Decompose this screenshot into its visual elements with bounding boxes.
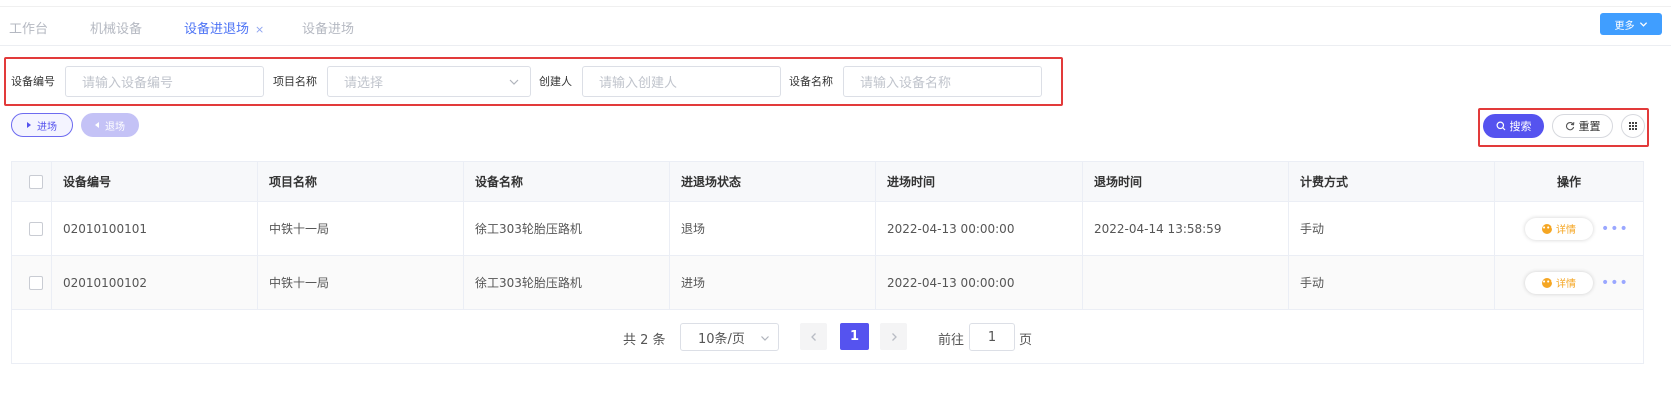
col-equipment-name[interactable]: 设备名称: [464, 162, 670, 201]
more-circle-icon: •••: [1542, 277, 1555, 288]
equipment-code-input[interactable]: 请输入设备编号: [65, 66, 264, 97]
detail-button[interactable]: ••• 详情: [1525, 217, 1593, 240]
project-select-placeholder: 请选择: [344, 76, 384, 91]
chevron-down-icon: [761, 336, 769, 341]
goto-page-input[interactable]: 1: [969, 323, 1015, 351]
enter-button[interactable]: 进场: [11, 113, 73, 137]
refresh-icon: [1565, 122, 1574, 131]
page-suffix-label: 页: [1019, 333, 1033, 348]
cell-equipment-name: 徐工303轮胎压路机: [464, 202, 670, 255]
col-exit-time[interactable]: 退场时间: [1083, 162, 1289, 201]
chevron-right-icon: [891, 332, 897, 341]
select-all-checkbox[interactable]: [29, 174, 43, 189]
reset-button-label: 重置: [1578, 120, 1601, 133]
search-icon: [1496, 121, 1505, 131]
cell-equipment-code: 02010100102: [52, 256, 258, 309]
col-actions: 操作: [1556, 175, 1581, 189]
row-select-cell: [12, 256, 52, 309]
cell-actions: ••• 详情 •••: [1495, 202, 1643, 255]
tab-label: 设备进退场: [184, 22, 250, 37]
enter-button-label: 进场: [37, 121, 57, 133]
exit-button-label: 退场: [105, 121, 125, 133]
cell-enter-time: 2022-04-13 00:00:00: [876, 256, 1083, 309]
chevron-down-icon: [1639, 21, 1647, 27]
cell-equipment-name: 徐工303轮胎压路机: [464, 256, 670, 309]
more-actions-icon[interactable]: •••: [1601, 275, 1629, 291]
tab-bar: 工作台 机械设备 设备进退场 × 设备进场 更多: [0, 6, 1671, 46]
more-button[interactable]: 更多: [1600, 13, 1662, 35]
goto-label: 前往: [938, 333, 965, 348]
cell-exit-time: 2022-04-14 13:58:59: [1083, 202, 1289, 255]
cell-enter-time: 2022-04-13 00:00:00: [876, 202, 1083, 255]
page-size-value: 10条/页: [698, 331, 745, 347]
tab-workbench[interactable]: 工作台: [9, 18, 48, 37]
detail-button[interactable]: ••• 详情: [1525, 271, 1593, 294]
label-project-name: 项目名称: [273, 75, 317, 88]
chevron-down-icon: [509, 79, 519, 85]
reset-button[interactable]: 重置: [1552, 114, 1613, 138]
cell-equipment-code: 02010100101: [52, 202, 258, 255]
col-equipment-code[interactable]: 设备编号: [52, 162, 258, 201]
project-name-select[interactable]: 请选择: [327, 66, 531, 97]
col-project-name[interactable]: 项目名称: [258, 162, 464, 201]
tab-equipment-in-out[interactable]: 设备进退场 ×: [184, 18, 264, 37]
cell-actions: ••• 详情 •••: [1495, 256, 1643, 309]
more-actions-icon[interactable]: •••: [1601, 221, 1629, 237]
column-settings-button[interactable]: [1621, 114, 1645, 138]
row-select-cell: [12, 202, 52, 255]
pagination-total: 共 2 条: [623, 333, 666, 348]
page-number-current[interactable]: 1: [840, 323, 869, 350]
more-circle-icon: •••: [1542, 223, 1555, 234]
detail-button-label: 详情: [1556, 279, 1576, 290]
next-page-button[interactable]: [880, 323, 907, 350]
page-size-select[interactable]: 10条/页: [680, 323, 779, 351]
label-creator: 创建人: [539, 75, 572, 88]
cell-billing: 手动: [1289, 202, 1495, 255]
search-button[interactable]: 搜索: [1483, 114, 1544, 138]
cell-exit-time: [1083, 256, 1289, 309]
chevron-left-icon: [810, 332, 816, 341]
label-equipment-name: 设备名称: [789, 75, 833, 88]
table-row[interactable]: 02010100101 中铁十一局 徐工303轮胎压路机 退场 2022-04-…: [12, 202, 1643, 256]
tab-equipment-enter[interactable]: 设备进场: [302, 18, 354, 37]
cell-status: 进场: [670, 256, 876, 309]
col-in-out-status[interactable]: 进退场状态: [670, 162, 876, 201]
exit-button[interactable]: 退场: [81, 113, 139, 137]
cell-project-name: 中铁十一局: [258, 256, 464, 309]
cell-billing: 手动: [1289, 256, 1495, 309]
more-button-label: 更多: [1614, 20, 1635, 32]
table-row[interactable]: 02010100102 中铁十一局 徐工303轮胎压路机 进场 2022-04-…: [12, 256, 1643, 310]
search-button-label: 搜索: [1509, 120, 1532, 133]
cell-project-name: 中铁十一局: [258, 202, 464, 255]
equipment-name-input[interactable]: 请输入设备名称: [843, 66, 1042, 97]
play-icon: [27, 122, 31, 128]
back-icon: [95, 122, 99, 128]
cell-status: 退场: [670, 202, 876, 255]
col-billing-method[interactable]: 计费方式: [1289, 162, 1495, 201]
creator-input[interactable]: 请输入创建人: [582, 66, 781, 97]
detail-button-label: 详情: [1556, 225, 1576, 236]
row-checkbox[interactable]: [29, 275, 43, 290]
row-checkbox[interactable]: [29, 221, 43, 236]
tab-machinery[interactable]: 机械设备: [90, 18, 142, 37]
prev-page-button[interactable]: [800, 323, 827, 350]
close-icon[interactable]: ×: [255, 23, 264, 36]
col-enter-time[interactable]: 进场时间: [876, 162, 1083, 201]
grid-icon: [1629, 122, 1637, 130]
table-header-row: 设备编号 项目名称 设备名称 进退场状态 进场时间 退场时间 计费方式 操作: [12, 162, 1643, 202]
equipment-table: 设备编号 项目名称 设备名称 进退场状态 进场时间 退场时间 计费方式 操作 0…: [11, 161, 1644, 364]
header-select-cell: [12, 162, 52, 201]
label-equipment-code: 设备编号: [11, 75, 55, 88]
